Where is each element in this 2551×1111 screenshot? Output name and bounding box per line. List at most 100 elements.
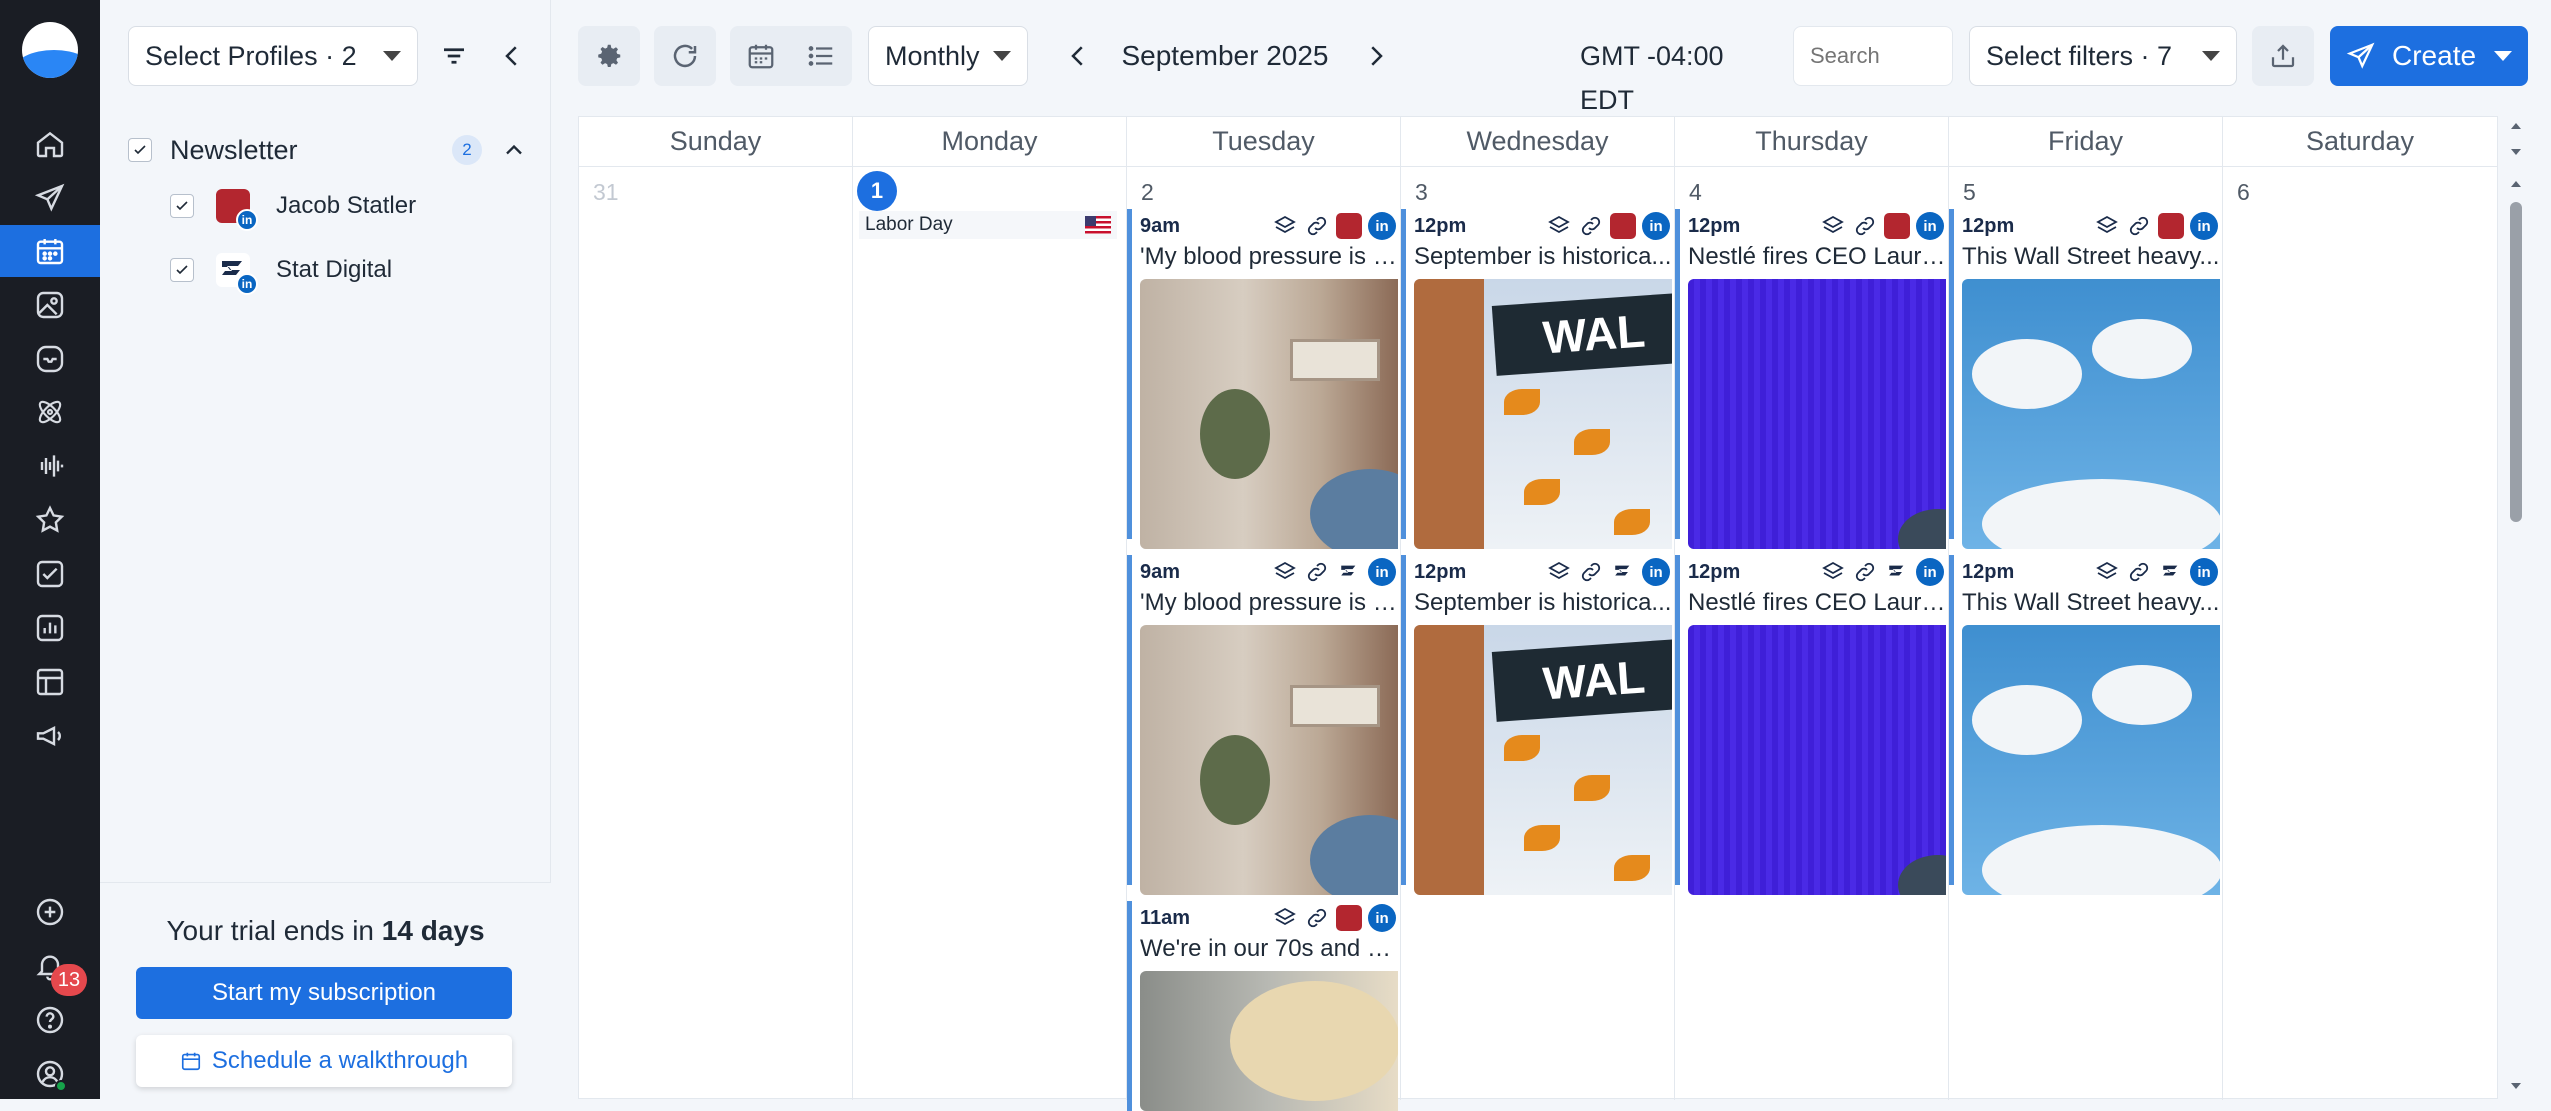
- post-card[interactable]: 12pm in Nestlé fires CEO Laure...: [1675, 209, 1946, 549]
- weekday-header: Friday: [1949, 117, 2223, 167]
- tasks-icon[interactable]: [0, 548, 100, 600]
- schedule-walkthrough-button[interactable]: Schedule a walkthrough: [136, 1035, 512, 1087]
- export-button[interactable]: [2252, 26, 2314, 86]
- post-card[interactable]: 12pm in September is historica... WAL: [1401, 555, 1672, 895]
- post-time: 9am: [1140, 560, 1181, 583]
- prev-month-icon[interactable]: [1058, 36, 1098, 76]
- post-card[interactable]: 12pm in Nestlé fires CEO Laure...: [1675, 555, 1946, 895]
- scroll-down-icon[interactable]: [2506, 1076, 2526, 1096]
- profile-checkbox[interactable]: [170, 258, 194, 282]
- image-detail: [1310, 815, 1398, 895]
- post-title: This Wall Street heavy...: [1962, 243, 2220, 270]
- scroll-up-icon[interactable]: [2506, 116, 2526, 136]
- day-number: 3: [1415, 179, 1428, 205]
- image-detail: [1414, 279, 1484, 549]
- calendar-icon[interactable]: [0, 225, 100, 277]
- post-card[interactable]: 12pm in This Wall Street heavy...: [1949, 209, 2220, 549]
- day-cell[interactable]: 4 12pm in Nestlé fires CEO Laure... 12pm: [1675, 167, 1949, 1100]
- view-mode-dropdown[interactable]: Monthly: [868, 26, 1028, 86]
- trial-days: 14 days: [381, 915, 485, 946]
- wall-street-sign: WAL: [1491, 638, 1672, 722]
- post-header: 12pm in: [1414, 555, 1670, 589]
- link-icon: [1304, 559, 1330, 585]
- profile-row[interactable]: in Jacob Statler: [170, 183, 530, 231]
- profile-row[interactable]: in Stat Digital: [170, 247, 530, 295]
- post-icons: in: [1814, 212, 1944, 240]
- filter-icon[interactable]: [434, 36, 474, 76]
- start-subscription-button[interactable]: Start my subscription: [136, 967, 512, 1019]
- group-checkbox[interactable]: [128, 138, 152, 162]
- add-circle-icon[interactable]: [0, 886, 100, 938]
- image-detail: [1614, 509, 1650, 535]
- avatar: in: [216, 189, 258, 231]
- send-icon: [2346, 42, 2375, 69]
- image-detail: [1574, 775, 1610, 801]
- media-icon[interactable]: [0, 279, 100, 331]
- app-logo[interactable]: [22, 22, 78, 78]
- post-card[interactable]: 12pm in This Wall Street heavy...: [1949, 555, 2220, 895]
- select-filters-dropdown[interactable]: Select filters · 7: [1969, 26, 2237, 86]
- analytics-icon[interactable]: [0, 602, 100, 654]
- post-image: [1962, 279, 2220, 549]
- scroll-up-icon[interactable]: [2506, 174, 2526, 194]
- stat-digital-logo-icon: [1610, 559, 1636, 585]
- day-cell[interactable]: 5 12pm in This Wall Street heavy... 12pm…: [1949, 167, 2223, 1100]
- refresh-button[interactable]: [654, 26, 716, 86]
- post-card[interactable]: 9am in 'My blood pressure is s...: [1127, 555, 1398, 895]
- help-icon[interactable]: [0, 994, 100, 1046]
- day-cell[interactable]: 31: [579, 167, 853, 1100]
- select-profiles-dropdown[interactable]: Select Profiles · 2: [128, 26, 418, 86]
- list-view-icon[interactable]: [791, 41, 851, 71]
- day-cell[interactable]: 6: [2223, 167, 2497, 1100]
- linkedin-icon: in: [1368, 558, 1396, 586]
- weekday-header: Saturday: [2223, 117, 2497, 167]
- search-input[interactable]: [1793, 26, 1953, 86]
- layers-icon: [2094, 213, 2120, 239]
- inbox-icon[interactable]: [0, 333, 100, 385]
- listening-icon[interactable]: [0, 440, 100, 492]
- account-icon[interactable]: [0, 1048, 100, 1100]
- trial-prefix: Your trial ends in: [166, 915, 374, 946]
- image-detail: [1290, 339, 1380, 381]
- post-title: Nestlé fires CEO Laure...: [1688, 589, 1946, 616]
- chevron-up-icon[interactable]: [500, 136, 528, 164]
- profile-avatar-icon: [1336, 213, 1362, 239]
- link-icon: [1304, 905, 1330, 931]
- post-card[interactable]: 11am in We're in our 70s and h...: [1127, 901, 1398, 1111]
- settings-button[interactable]: [578, 26, 640, 86]
- profile-checkbox[interactable]: [170, 194, 194, 218]
- layout-icon[interactable]: [0, 656, 100, 708]
- gear-icon: [598, 44, 621, 67]
- scrollbar-thumb[interactable]: [2510, 202, 2522, 522]
- export-icon: [2271, 44, 2295, 68]
- publish-icon[interactable]: [0, 172, 100, 224]
- megaphone-icon[interactable]: [0, 710, 100, 762]
- create-button[interactable]: Create: [2330, 26, 2528, 86]
- ai-atom-icon[interactable]: [0, 386, 100, 438]
- calendar-scrollbar[interactable]: [2506, 116, 2526, 1099]
- day-cell[interactable]: 1 Labor Day: [853, 167, 1127, 1100]
- post-card[interactable]: 9am in 'My blood pressure is s...: [1127, 209, 1398, 549]
- current-month: September 2025: [1121, 40, 1329, 71]
- image-detail: [1290, 685, 1380, 727]
- star-icon[interactable]: [0, 494, 100, 546]
- post-card[interactable]: 12pm in September is historica... WAL: [1401, 209, 1672, 549]
- day-cell[interactable]: 2 9am in 'My blood pressure is s... 9am …: [1127, 167, 1401, 1111]
- timezone-label[interactable]: GMT -04:00 EDT: [1580, 34, 1780, 122]
- link-icon: [1852, 213, 1878, 239]
- calendar-view-icon[interactable]: [731, 41, 791, 71]
- home-icon[interactable]: [0, 118, 100, 170]
- group-count-badge: 2: [452, 135, 482, 165]
- view-toggle[interactable]: [730, 26, 852, 86]
- holiday-label[interactable]: Labor Day: [859, 211, 1117, 239]
- link-icon: [1304, 213, 1330, 239]
- post-icons: in: [1266, 904, 1396, 932]
- collapse-panel-icon[interactable]: [492, 36, 532, 76]
- day-number-today: 1: [857, 171, 897, 211]
- scroll-down-icon[interactable]: [2506, 142, 2526, 162]
- next-month-icon[interactable]: [1356, 36, 1396, 76]
- group-newsletter[interactable]: Newsletter 2: [128, 130, 528, 170]
- post-time: 12pm: [1414, 214, 1467, 237]
- profile-avatar-icon: [1610, 213, 1636, 239]
- day-cell[interactable]: 3 12pm in September is historica... WAL: [1401, 167, 1675, 1100]
